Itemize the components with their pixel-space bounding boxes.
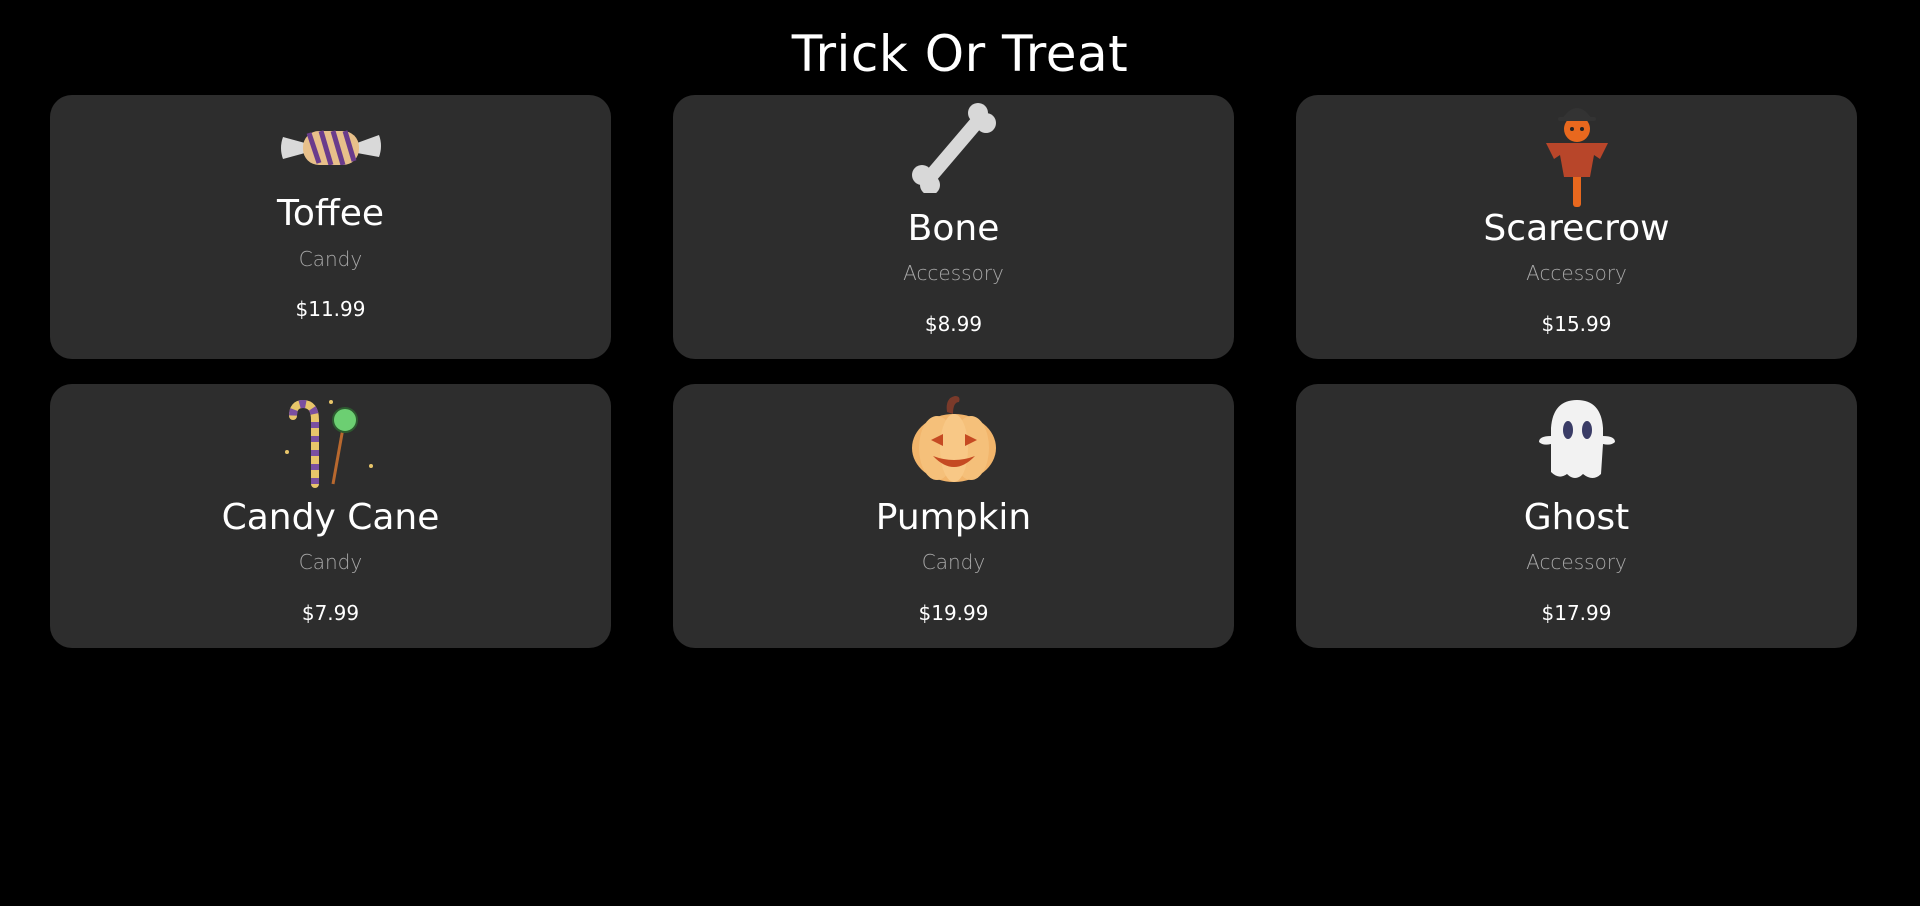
product-price: $7.99: [301, 601, 360, 625]
pumpkin-icon: [673, 392, 1234, 492]
product-price: $11.99: [295, 297, 366, 321]
page-title: Trick Or Treat: [791, 25, 1129, 83]
ghost-icon: [1296, 392, 1857, 492]
scarecrow-icon: [1296, 103, 1857, 207]
product-price: $8.99: [924, 312, 983, 336]
product-price: $15.99: [1541, 312, 1612, 336]
page: Trick Or Treat Toffee Candy $11.99 Bone …: [0, 0, 1920, 906]
product-price: $17.99: [1541, 601, 1612, 625]
product-card-scarecrow[interactable]: Scarecrow Accessory $15.99: [1296, 95, 1857, 359]
product-name: Scarecrow: [1483, 208, 1670, 249]
product-grid: Toffee Candy $11.99 Bone Accessory $8.99…: [50, 95, 1858, 648]
product-name: Bone: [907, 208, 1000, 249]
bone-icon: [673, 103, 1234, 203]
product-name: Pumpkin: [875, 497, 1032, 538]
toffee-candy-icon: [50, 125, 611, 165]
product-card-ghost[interactable]: Ghost Accessory $17.99: [1296, 384, 1857, 648]
product-category: Candy: [921, 550, 986, 574]
product-category: Accessory: [903, 261, 1004, 285]
product-name: Candy Cane: [221, 497, 440, 538]
product-name: Ghost: [1523, 497, 1630, 538]
product-price: $19.99: [918, 601, 989, 625]
product-card-candy-cane[interactable]: Candy Cane Candy $7.99: [50, 384, 611, 648]
product-category: Candy: [298, 247, 363, 271]
candy-cane-icon: [50, 398, 611, 488]
product-card-pumpkin[interactable]: Pumpkin Candy $19.99: [673, 384, 1234, 648]
product-card-bone[interactable]: Bone Accessory $8.99: [673, 95, 1234, 359]
product-category: Accessory: [1526, 550, 1627, 574]
product-category: Candy: [298, 550, 363, 574]
product-name: Toffee: [277, 193, 384, 234]
product-card-toffee[interactable]: Toffee Candy $11.99: [50, 95, 611, 359]
product-category: Accessory: [1526, 261, 1627, 285]
